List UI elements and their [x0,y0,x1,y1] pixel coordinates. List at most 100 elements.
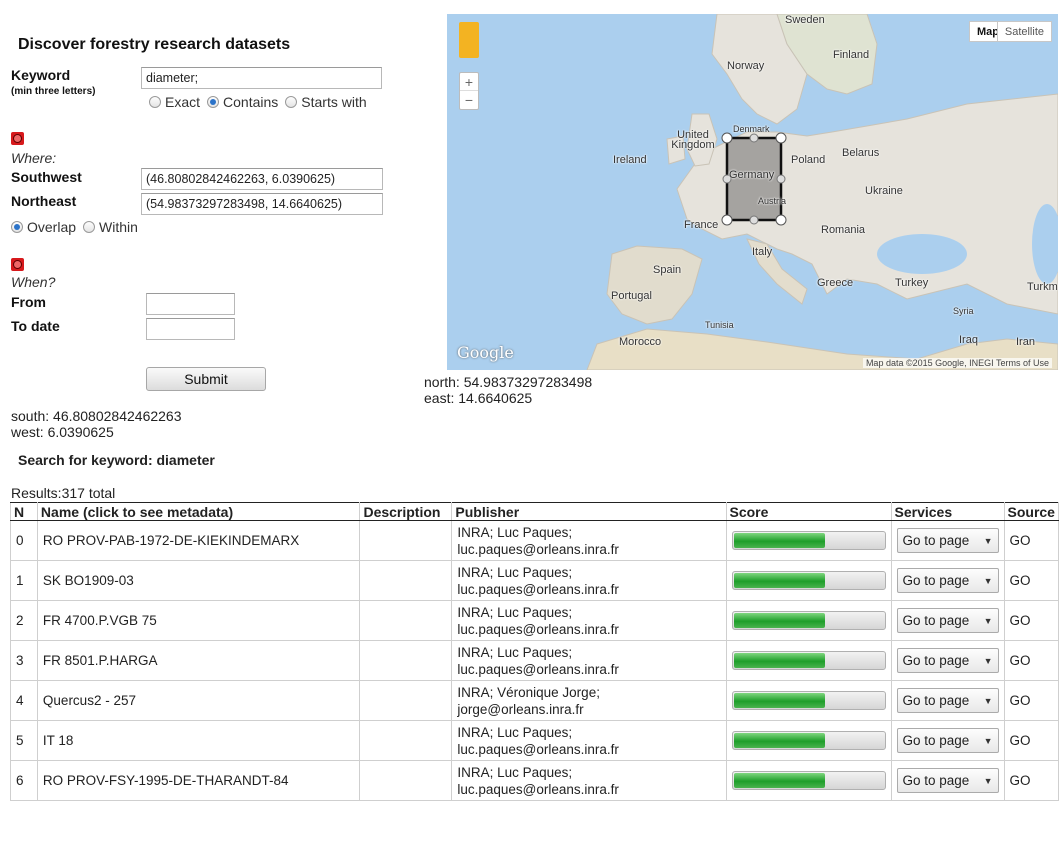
services-select[interactable]: Go to page ▼ [896,768,999,793]
northeast-input[interactable]: (54.98373297283498, 14.6640625) [141,193,383,215]
bounds-south: south: 46.80802842462263 [11,408,182,424]
column-header-n: N [10,502,38,521]
table-row: 4 Quercus2 - 257 INRA; Véronique Jorge; jor… [10,680,1059,721]
dataset-name-link[interactable]: IT 18 [36,720,361,761]
results-body: 0 RO PROV-PAB-1972-DE-KIEKINDEMARX INRA; L… [10,520,1059,801]
remove-when-button[interactable] [11,258,24,271]
dataset-description [359,560,453,601]
keyword-input[interactable]: diameter; [141,67,382,89]
row-number: 4 [10,680,38,721]
map-attribution[interactable]: Map data ©2015 Google, INEGI Terms of Us… [862,358,1052,368]
source-link[interactable]: GO [1003,520,1059,561]
score-meter [731,651,886,670]
results-summary: Results:317 total [11,485,116,501]
services-select-value: Go to page [902,573,970,588]
to-date-input[interactable] [146,318,235,340]
services-select-value: Go to page [902,773,970,788]
map-view[interactable]: + − Map Satellite Sweden Finland Norway … [447,14,1058,370]
bounds-north: north: 54.98373297283498 [424,374,593,390]
map-label: Ukraine [865,185,903,197]
chevron-down-icon: ▼ [983,535,993,546]
dataset-name-link[interactable]: RO PROV-FSY-1995-DE-THARANDT-84 [36,760,361,801]
column-header-publisher: Publisher [451,502,727,521]
when-label: When? [11,274,56,290]
publisher-email: luc.paques@orleans.inra.fr [457,741,619,757]
map-label: Syria [953,306,974,316]
score-cell [725,560,892,601]
score-cell [725,760,892,801]
source-link[interactable]: GO [1003,560,1059,601]
keyword-hint: (min three letters) [11,86,96,97]
match-contains-radio[interactable] [207,96,220,108]
table-header-row: N Name (click to see metadata) Descripti… [10,502,1059,521]
zoom-in-button[interactable]: + [460,73,478,91]
source-link[interactable]: GO [1003,720,1059,761]
services-select[interactable]: Go to page ▼ [896,648,999,673]
map-label: Norway [727,60,765,72]
map-label: Turkm [1027,281,1058,293]
table-row: 1 SK BO1909-03 INRA; Luc Paques; luc.paques… [10,560,1059,601]
source-link[interactable]: GO [1003,680,1059,721]
map-label: Iraq [959,334,978,346]
services-select-value: Go to page [902,533,970,548]
chevron-down-icon: ▼ [983,695,993,706]
match-exact-radio[interactable] [149,96,161,108]
chevron-down-icon: ▼ [983,655,993,666]
dataset-name-link[interactable]: FR 4700.P.VGB 75 [36,600,361,641]
dataset-name-link[interactable]: SK BO1909-03 [36,560,361,601]
services-cell: Go to page ▼ [890,760,1005,801]
dataset-publisher: INRA; Luc Paques; luc.paques@orleans.inra… [451,560,727,601]
publisher-email: luc.paques@orleans.inra.fr [457,621,619,637]
map-label: Tunisia [705,320,734,330]
score-meter [731,611,886,630]
street-view-icon[interactable] [459,22,479,58]
services-select[interactable]: Go to page ▼ [896,728,999,753]
dataset-name-link[interactable]: FR 8501.P.HARGA [36,640,361,681]
within-radio[interactable] [83,221,96,233]
services-select[interactable]: Go to page ▼ [896,568,999,593]
map-label: Germany [729,169,775,181]
column-header-description: Description [359,502,453,521]
services-select[interactable]: Go to page ▼ [896,528,999,553]
within-label: Within [99,219,138,235]
keyword-label: Keyword [11,67,71,83]
chevron-down-icon: ▼ [983,575,993,586]
services-cell: Go to page ▼ [890,680,1005,721]
northeast-label: Northeast [11,193,77,209]
table-row: 3 FR 8501.P.HARGA INRA; Luc Paques; luc.paq… [10,640,1059,681]
match-starts-radio[interactable] [285,96,298,108]
source-link[interactable]: GO [1003,600,1059,641]
score-meter [731,731,886,750]
remove-where-button[interactable] [11,132,24,145]
map-type-satellite-button[interactable]: Satellite [996,21,1052,42]
dataset-description [359,760,453,801]
map-label: Italy [752,246,773,258]
southwest-label: Southwest [11,169,82,185]
services-select[interactable]: Go to page ▼ [896,688,999,713]
zoom-controls: + − [459,72,479,110]
publisher-email: luc.paques@orleans.inra.fr [457,661,619,677]
southwest-input[interactable]: (46.80802842462263, 6.0390625) [141,168,383,190]
dataset-name-link[interactable]: RO PROV-PAB-1972-DE-KIEKINDEMARX [36,520,361,561]
source-link[interactable]: GO [1003,760,1059,801]
dataset-description [359,680,453,721]
score-meter-fill [733,573,825,588]
dataset-description [359,520,453,561]
overlap-radio[interactable] [11,221,23,233]
chevron-down-icon: ▼ [983,775,993,786]
to-date-label: To date [11,318,60,334]
services-select-value: Go to page [902,733,970,748]
dataset-description [359,640,453,681]
score-meter-fill [733,653,825,668]
map-label: Sweden [785,14,825,26]
score-meter [731,571,886,590]
map-label: Turkey [895,277,929,289]
services-select[interactable]: Go to page ▼ [896,608,999,633]
score-cell [725,640,892,681]
zoom-out-button[interactable]: − [460,91,478,109]
from-label: From [11,294,46,310]
source-link[interactable]: GO [1003,640,1059,681]
dataset-name-link[interactable]: Quercus2 - 257 [36,680,361,721]
submit-button[interactable]: Submit [146,367,266,391]
from-date-input[interactable] [146,293,235,315]
